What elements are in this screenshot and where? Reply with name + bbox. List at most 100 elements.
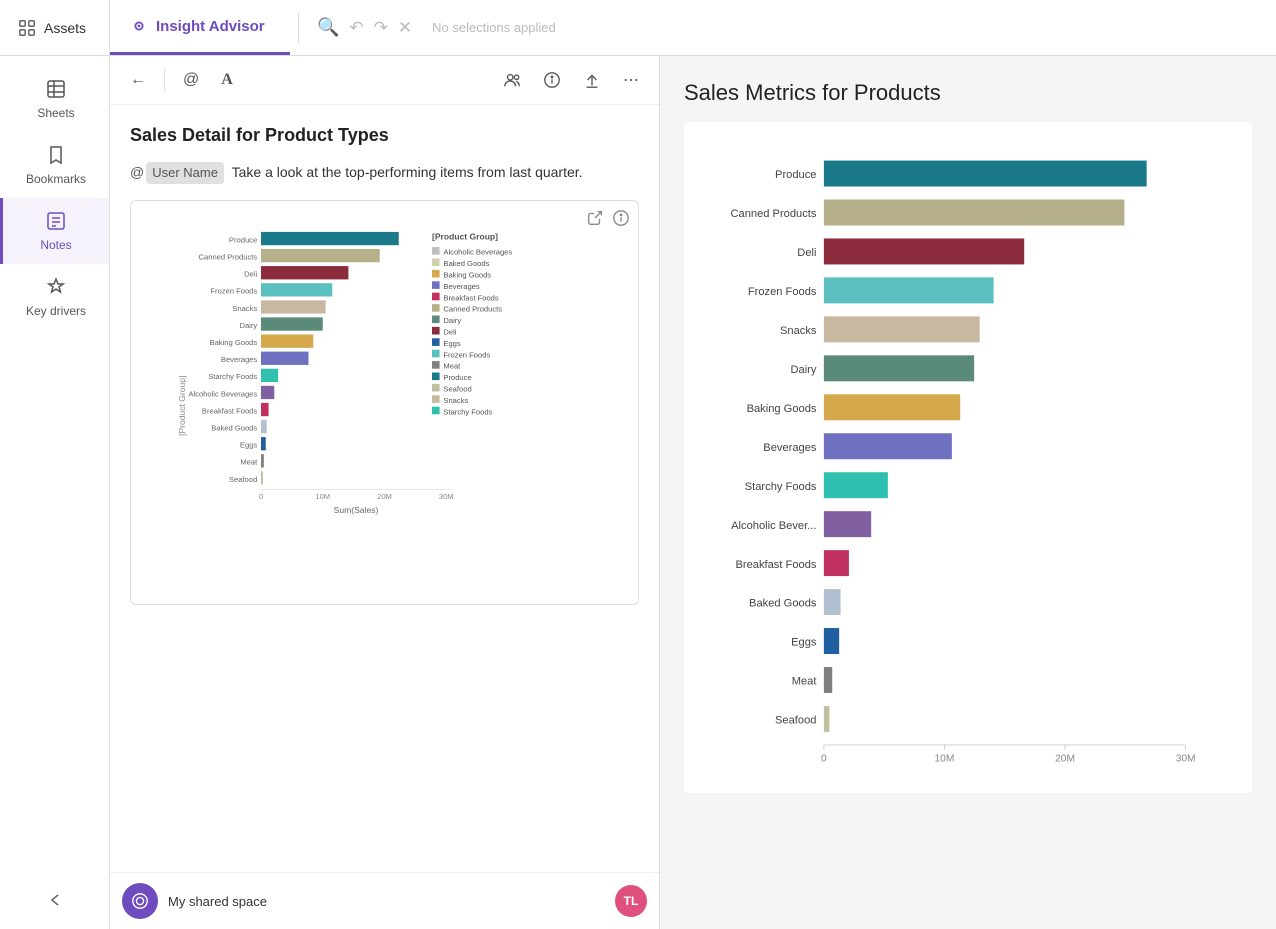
- info-chart-icon[interactable]: [612, 209, 630, 232]
- svg-text:[Product Group]: [Product Group]: [432, 231, 498, 241]
- svg-text:Breakfast Foods: Breakfast Foods: [202, 406, 257, 415]
- svg-text:20M: 20M: [377, 491, 392, 500]
- svg-text:Canned Products: Canned Products: [199, 252, 258, 261]
- back-button[interactable]: ←: [122, 65, 154, 95]
- bookmarks-icon: [45, 144, 67, 166]
- svg-text:Alcoholic Bever...: Alcoholic Bever...: [731, 520, 816, 532]
- svg-text:Meat: Meat: [792, 676, 818, 688]
- people-button[interactable]: [495, 65, 529, 95]
- format-button[interactable]: A: [213, 65, 241, 95]
- svg-text:Alcoholic Beverages: Alcoholic Beverages: [188, 389, 257, 398]
- sidebar-item-sheets[interactable]: Sheets: [0, 66, 109, 132]
- svg-text:Starchy Foods: Starchy Foods: [208, 372, 257, 381]
- sidebar: Sheets Bookmarks Notes Key drivers: [0, 56, 110, 929]
- top-actions: 🔍 ↶ ↷ ✕ No selections applied: [307, 17, 566, 38]
- notes-icon: [45, 210, 67, 232]
- svg-text:Starchy Foods: Starchy Foods: [443, 407, 492, 416]
- insight-label: Insight Advisor: [156, 18, 265, 35]
- svg-text:Eggs: Eggs: [443, 338, 461, 347]
- sidebar-item-notes[interactable]: Notes: [0, 198, 109, 264]
- svg-text:Frozen Foods: Frozen Foods: [210, 286, 257, 295]
- collapse-sidebar-button[interactable]: [29, 874, 81, 929]
- svg-text:Seafood: Seafood: [229, 474, 257, 483]
- export-icon[interactable]: [586, 209, 604, 232]
- notes-toolbar: ← @ A: [110, 56, 659, 105]
- info-icon: [543, 71, 561, 89]
- close-icon[interactable]: ✕: [398, 18, 412, 38]
- notes-panel: ← @ A: [110, 56, 660, 929]
- svg-text:Meat: Meat: [240, 457, 258, 466]
- svg-text:Alcoholic Beverages: Alcoholic Beverages: [443, 247, 512, 256]
- bookmarks-label: Bookmarks: [26, 172, 86, 186]
- note-body-text: Take a look at the top-performing items …: [232, 164, 583, 180]
- shared-space-label: My shared space: [168, 894, 605, 909]
- mention-button[interactable]: @: [175, 65, 207, 95]
- svg-text:Baking Goods: Baking Goods: [747, 403, 817, 415]
- svg-text:Frozen Foods: Frozen Foods: [443, 350, 490, 359]
- svg-text:30M: 30M: [1176, 754, 1196, 765]
- main-layout: Sheets Bookmarks Notes Key drivers: [0, 56, 1276, 929]
- notes-label: Notes: [40, 238, 71, 252]
- svg-text:Dairy: Dairy: [443, 316, 461, 325]
- svg-text:10M: 10M: [315, 491, 330, 500]
- svg-text:Beverages: Beverages: [221, 355, 258, 364]
- note-title: Sales Detail for Product Types: [130, 125, 639, 146]
- svg-text:30M: 30M: [439, 491, 454, 500]
- publish-button[interactable]: [575, 65, 609, 95]
- svg-text:Dairy: Dairy: [790, 364, 816, 376]
- svg-text:Canned Products: Canned Products: [730, 208, 816, 220]
- svg-text:Deli: Deli: [244, 269, 257, 278]
- assets-button[interactable]: Assets: [0, 0, 110, 55]
- publish-icon: [583, 71, 601, 89]
- svg-text:Baked Goods: Baked Goods: [443, 259, 489, 268]
- notes-bottom-bar: My shared space TL: [110, 872, 659, 929]
- svg-text:Baking Goods: Baking Goods: [443, 270, 491, 279]
- svg-text:10M: 10M: [935, 754, 955, 765]
- svg-text:Deli: Deli: [443, 327, 456, 336]
- svg-text:0: 0: [821, 754, 827, 765]
- insight-advisor-tab[interactable]: Insight Advisor: [110, 0, 290, 55]
- grid-icon: [18, 19, 36, 37]
- svg-text:Canned Products: Canned Products: [443, 304, 502, 313]
- big-chart-svg: ProduceCanned ProductsDeliFrozen FoodsSn…: [694, 142, 1232, 773]
- sidebar-item-key-drivers[interactable]: Key drivers: [0, 264, 109, 330]
- svg-text:Frozen Foods: Frozen Foods: [748, 286, 817, 298]
- svg-text:Snacks: Snacks: [232, 303, 257, 312]
- undo-icon[interactable]: ↶: [349, 18, 363, 38]
- svg-text:Dairy: Dairy: [239, 320, 257, 329]
- chart-title: Sales Metrics for Products: [684, 80, 1252, 106]
- mention-tag[interactable]: User Name: [146, 162, 224, 184]
- info-button[interactable]: [535, 65, 569, 95]
- assets-label: Assets: [44, 20, 86, 36]
- notes-content: Sales Detail for Product Types @User Nam…: [110, 105, 659, 872]
- svg-text:20M: 20M: [1055, 754, 1075, 765]
- svg-text:Beverages: Beverages: [763, 442, 817, 454]
- insight-icon: [130, 17, 148, 35]
- svg-text:[Product Group]: [Product Group]: [177, 375, 187, 435]
- note-body: @User Name Take a look at the top-perfor…: [130, 162, 639, 184]
- svg-text:Seafood: Seafood: [443, 384, 471, 393]
- svg-text:Breakfast Foods: Breakfast Foods: [443, 293, 498, 302]
- people-icon: [503, 71, 521, 89]
- svg-text:Baking Goods: Baking Goods: [209, 337, 257, 346]
- svg-text:Starchy Foods: Starchy Foods: [745, 481, 817, 493]
- svg-text:Baked Goods: Baked Goods: [211, 423, 257, 432]
- sheets-label: Sheets: [37, 106, 74, 120]
- svg-text:Breakfast Foods: Breakfast Foods: [735, 559, 816, 571]
- svg-text:Eggs: Eggs: [240, 440, 258, 449]
- svg-text:Snacks: Snacks: [780, 325, 817, 337]
- shared-space-icon: [122, 883, 158, 919]
- sidebar-item-bookmarks[interactable]: Bookmarks: [0, 132, 109, 198]
- divider: [298, 13, 299, 43]
- avatar: TL: [615, 885, 647, 917]
- redo-icon[interactable]: ↷: [374, 18, 388, 38]
- space-icon: [131, 892, 149, 910]
- svg-text:Snacks: Snacks: [443, 395, 468, 404]
- chart-actions: [586, 209, 630, 232]
- svg-text:Beverages: Beverages: [443, 281, 480, 290]
- no-selections-label: No selections applied: [432, 20, 556, 35]
- search-icon[interactable]: 🔍: [317, 17, 339, 38]
- more-button[interactable]: ⋯: [615, 64, 647, 96]
- collapse-icon: [45, 890, 65, 910]
- right-panel: Sales Metrics for Products ProduceCanned…: [660, 56, 1276, 929]
